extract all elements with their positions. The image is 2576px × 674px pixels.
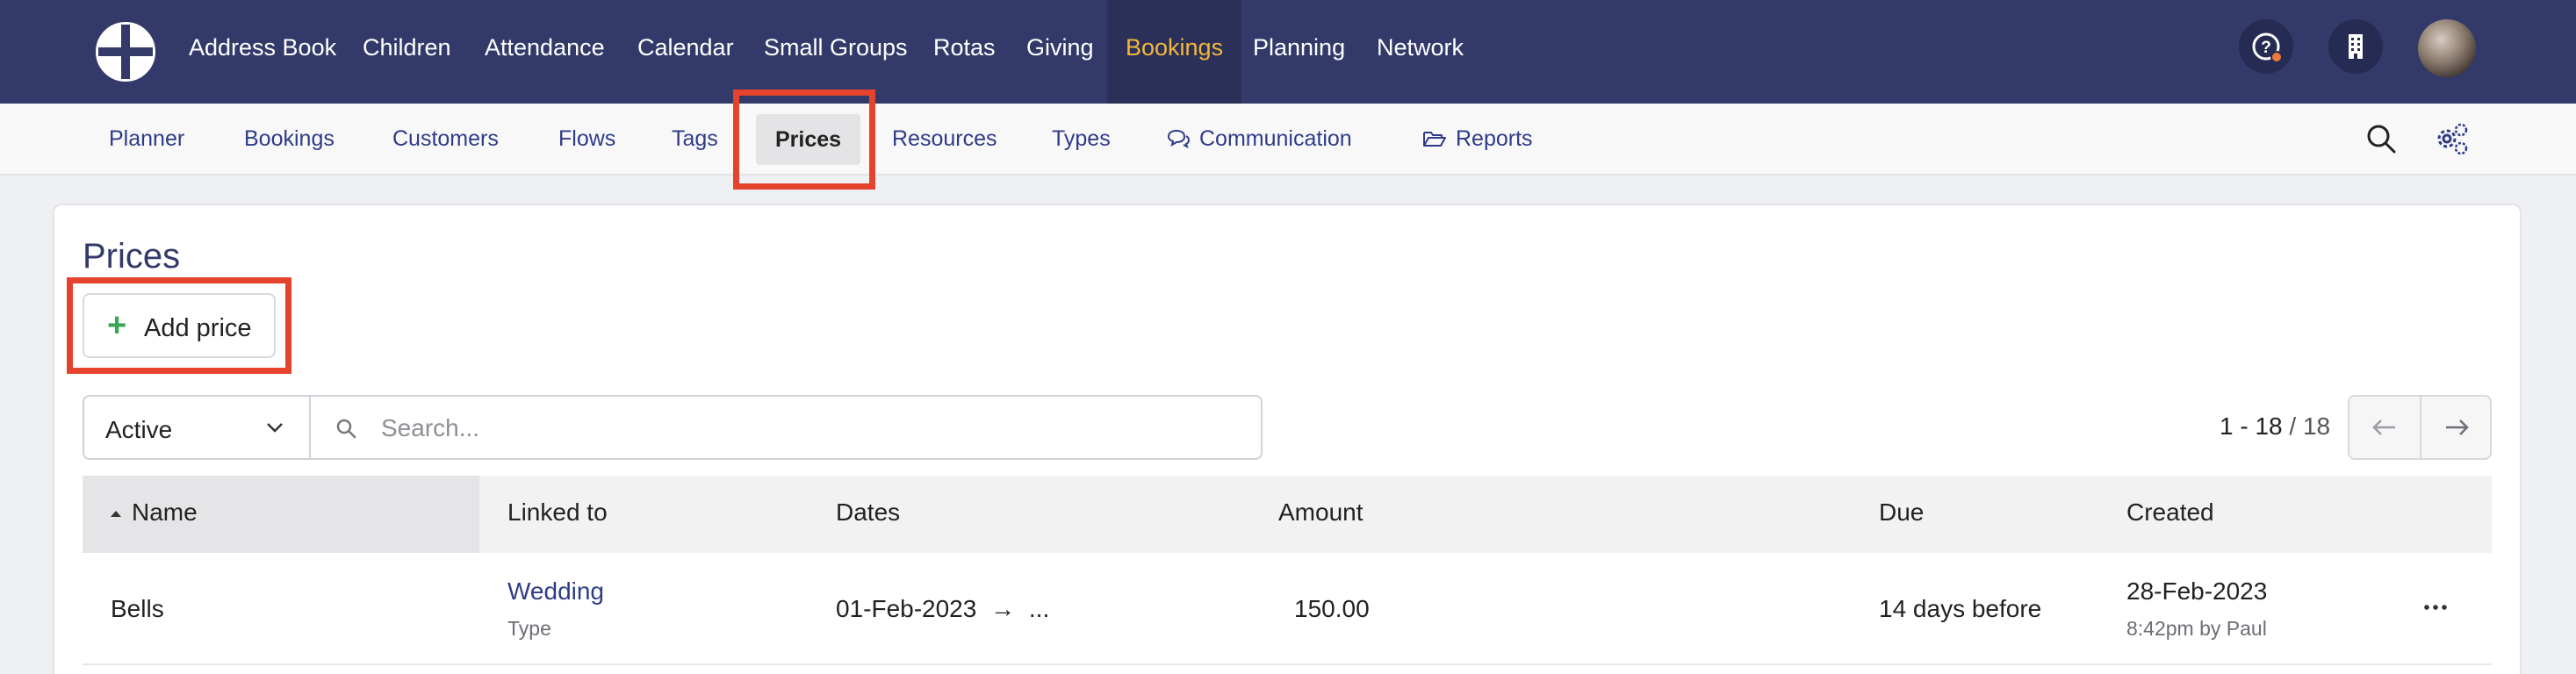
subnav-communication-label: Communication <box>1199 126 1352 151</box>
search-icon[interactable] <box>2364 121 2399 156</box>
settings-gears-icon[interactable] <box>2432 119 2471 158</box>
highlight-add-price <box>67 277 291 374</box>
svg-text:?: ? <box>2261 39 2271 57</box>
column-linked-to[interactable]: Linked to <box>507 498 608 527</box>
subnav-communication[interactable]: Communication <box>1166 104 1352 174</box>
table-row[interactable] <box>83 553 2492 665</box>
column-dates[interactable]: Dates <box>836 498 900 527</box>
page-title: Prices <box>83 237 181 276</box>
logo-icon[interactable] <box>94 20 157 83</box>
folder-open-icon <box>1423 132 1446 147</box>
arrow-left-icon <box>2372 419 2395 435</box>
arrow-right-icon <box>2446 419 2469 435</box>
subnav-types[interactable]: Types <box>1052 104 1111 174</box>
subnav-bookings[interactable]: Bookings <box>244 104 335 174</box>
status-filter-select[interactable]: Active <box>83 395 311 460</box>
subnav-resources[interactable]: Resources <box>892 104 997 174</box>
row-created-meta: 8:42pm by Paul <box>2126 617 2267 640</box>
column-amount[interactable]: Amount <box>1278 498 1364 527</box>
subnav-reports[interactable]: Reports <box>1422 104 1533 174</box>
row-linked-type: Type <box>507 617 551 640</box>
topnav-address-book[interactable]: Address Book <box>189 0 336 104</box>
sort-up-icon <box>111 511 121 517</box>
pagination-summary: 1 - 18 / 18 <box>2220 412 2330 441</box>
topnav-planning[interactable]: Planning <box>1253 0 1345 104</box>
subnav-reports-label: Reports <box>1456 126 1533 151</box>
search-icon <box>336 419 356 439</box>
topnav-attendance[interactable]: Attendance <box>485 0 605 104</box>
column-name[interactable]: Name <box>109 498 198 527</box>
search-box[interactable] <box>309 395 1263 460</box>
column-due[interactable]: Due <box>1879 498 1924 527</box>
pagination-total: / 18 <box>2282 412 2331 440</box>
row-date-end: ... <box>1028 595 1050 622</box>
topnav-giving[interactable]: Giving <box>1026 0 1094 104</box>
previous-page-button[interactable] <box>2349 397 2420 458</box>
help-icon: ? <box>2252 32 2283 63</box>
subnav-tags[interactable]: Tags <box>672 104 718 174</box>
subnav-customers[interactable]: Customers <box>392 104 499 174</box>
topnav-small-groups[interactable]: Small Groups <box>764 0 908 104</box>
row-linked-to-link[interactable]: Wedding <box>507 577 604 606</box>
status-filter-value: Active <box>105 416 173 443</box>
top-navbar: Address Book Children Attendance Calenda… <box>0 0 2576 104</box>
column-created[interactable]: Created <box>2126 498 2214 527</box>
chevron-down-icon <box>267 423 283 433</box>
row-name: Bells <box>111 595 164 622</box>
user-avatar[interactable] <box>2418 19 2476 77</box>
sub-navbar: Planner Bookings Customers Flows Tags Pr… <box>0 104 2576 176</box>
next-page-button[interactable] <box>2421 397 2492 458</box>
topnav-bookings[interactable]: Bookings <box>1107 0 1242 104</box>
subnav-flows[interactable]: Flows <box>558 104 615 174</box>
row-due: 14 days before <box>1879 595 2042 622</box>
help-button[interactable]: ? <box>2239 19 2293 74</box>
chat-icon <box>1167 129 1191 148</box>
highlight-prices-tab <box>733 90 875 190</box>
search-input[interactable] <box>381 409 1224 448</box>
column-name-label: Name <box>132 498 198 526</box>
row-dates: 01-Feb-2023 → ... <box>836 595 1049 623</box>
pagination-range: 1 - 18 <box>2220 412 2283 440</box>
topnav-children[interactable]: Children <box>363 0 451 104</box>
topnav-network[interactable]: Network <box>1377 0 1464 104</box>
building-icon <box>2349 34 2363 59</box>
more-options-icon[interactable] <box>2420 597 2451 618</box>
pagination-controls <box>2348 395 2492 460</box>
topnav-calendar[interactable]: Calendar <box>637 0 734 104</box>
organisation-button[interactable] <box>2328 19 2383 74</box>
row-amount: 150.00 <box>1294 595 1370 622</box>
date-arrow: → <box>990 595 1016 622</box>
row-created-date: 28-Feb-2023 <box>2126 577 2268 605</box>
subnav-planner[interactable]: Planner <box>109 104 184 174</box>
topnav-rotas[interactable]: Rotas <box>933 0 996 104</box>
row-date-start: 01-Feb-2023 <box>836 595 977 622</box>
